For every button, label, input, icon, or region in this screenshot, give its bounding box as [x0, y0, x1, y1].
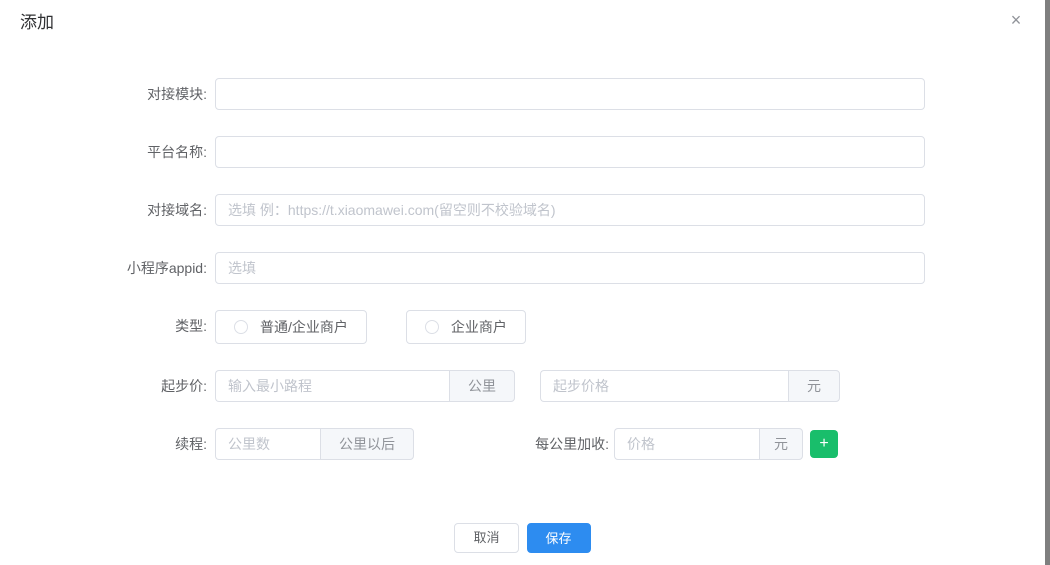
min-distance-group: 公里 — [215, 370, 515, 402]
appid-input[interactable] — [215, 252, 925, 284]
radio-option-label: 企业商户 — [451, 317, 507, 337]
platform-name-label: 平台名称: — [0, 136, 207, 168]
extension-km-group: 公里以后 — [215, 428, 414, 460]
scrollbar[interactable] — [1045, 0, 1050, 565]
module-label: 对接模块: — [0, 78, 207, 110]
base-price-label: 起步价: — [0, 370, 207, 402]
type-label: 类型: — [0, 310, 207, 342]
min-distance-unit: 公里 — [449, 370, 515, 402]
radio-option-label: 普通/企业商户 — [260, 317, 348, 337]
dialog-title: 添加 — [20, 11, 54, 35]
form-row-appid: 小程序appid: — [0, 252, 1045, 284]
module-input[interactable] — [215, 78, 925, 110]
per-km-label: 每公里加收: — [414, 428, 609, 460]
domain-label: 对接域名: — [0, 194, 207, 226]
platform-name-input[interactable] — [215, 136, 925, 168]
add-tier-button[interactable]: + — [810, 430, 838, 458]
radio-icon — [425, 320, 439, 334]
base-price-unit: 元 — [788, 370, 840, 402]
per-km-price-input[interactable] — [614, 428, 759, 460]
per-km-price-group: 元 — [614, 428, 803, 460]
radio-option-enterprise[interactable]: 企业商户 — [406, 310, 526, 344]
add-dialog: 添加 × 对接模块: 平台名称: 对接域名: 小程序appid: 类型: 普通/… — [0, 0, 1050, 565]
extension-label: 续程: — [0, 428, 207, 460]
extension-km-unit: 公里以后 — [320, 428, 414, 460]
cancel-button[interactable]: 取消 — [454, 523, 518, 553]
form-row-extension: 续程: 公里以后 每公里加收: 元 + — [0, 428, 1045, 460]
radio-option-normal-enterprise[interactable]: 普通/企业商户 — [215, 310, 367, 344]
domain-input[interactable] — [215, 194, 925, 226]
save-button[interactable]: 保存 — [527, 523, 591, 553]
form-row-module: 对接模块: — [0, 78, 1045, 110]
form-row-domain: 对接域名: — [0, 194, 1045, 226]
form-row-base-price: 起步价: 公里 元 — [0, 370, 1045, 402]
appid-label: 小程序appid: — [0, 252, 207, 284]
form-row-type: 类型: 普通/企业商户 企业商户 — [0, 310, 1045, 344]
min-distance-input[interactable] — [215, 370, 449, 402]
base-price-group: 元 — [540, 370, 840, 402]
plus-icon: + — [819, 435, 828, 452]
form-row-platform-name: 平台名称: — [0, 136, 1045, 168]
extension-km-input[interactable] — [215, 428, 320, 460]
per-km-price-unit: 元 — [759, 428, 803, 460]
add-form: 对接模块: 平台名称: 对接域名: 小程序appid: 类型: 普通/企业商户 … — [0, 78, 1045, 486]
radio-icon — [234, 320, 248, 334]
dialog-footer: 取消 保存 — [0, 523, 1045, 553]
close-icon[interactable]: × — [1006, 10, 1026, 30]
base-price-input[interactable] — [540, 370, 788, 402]
